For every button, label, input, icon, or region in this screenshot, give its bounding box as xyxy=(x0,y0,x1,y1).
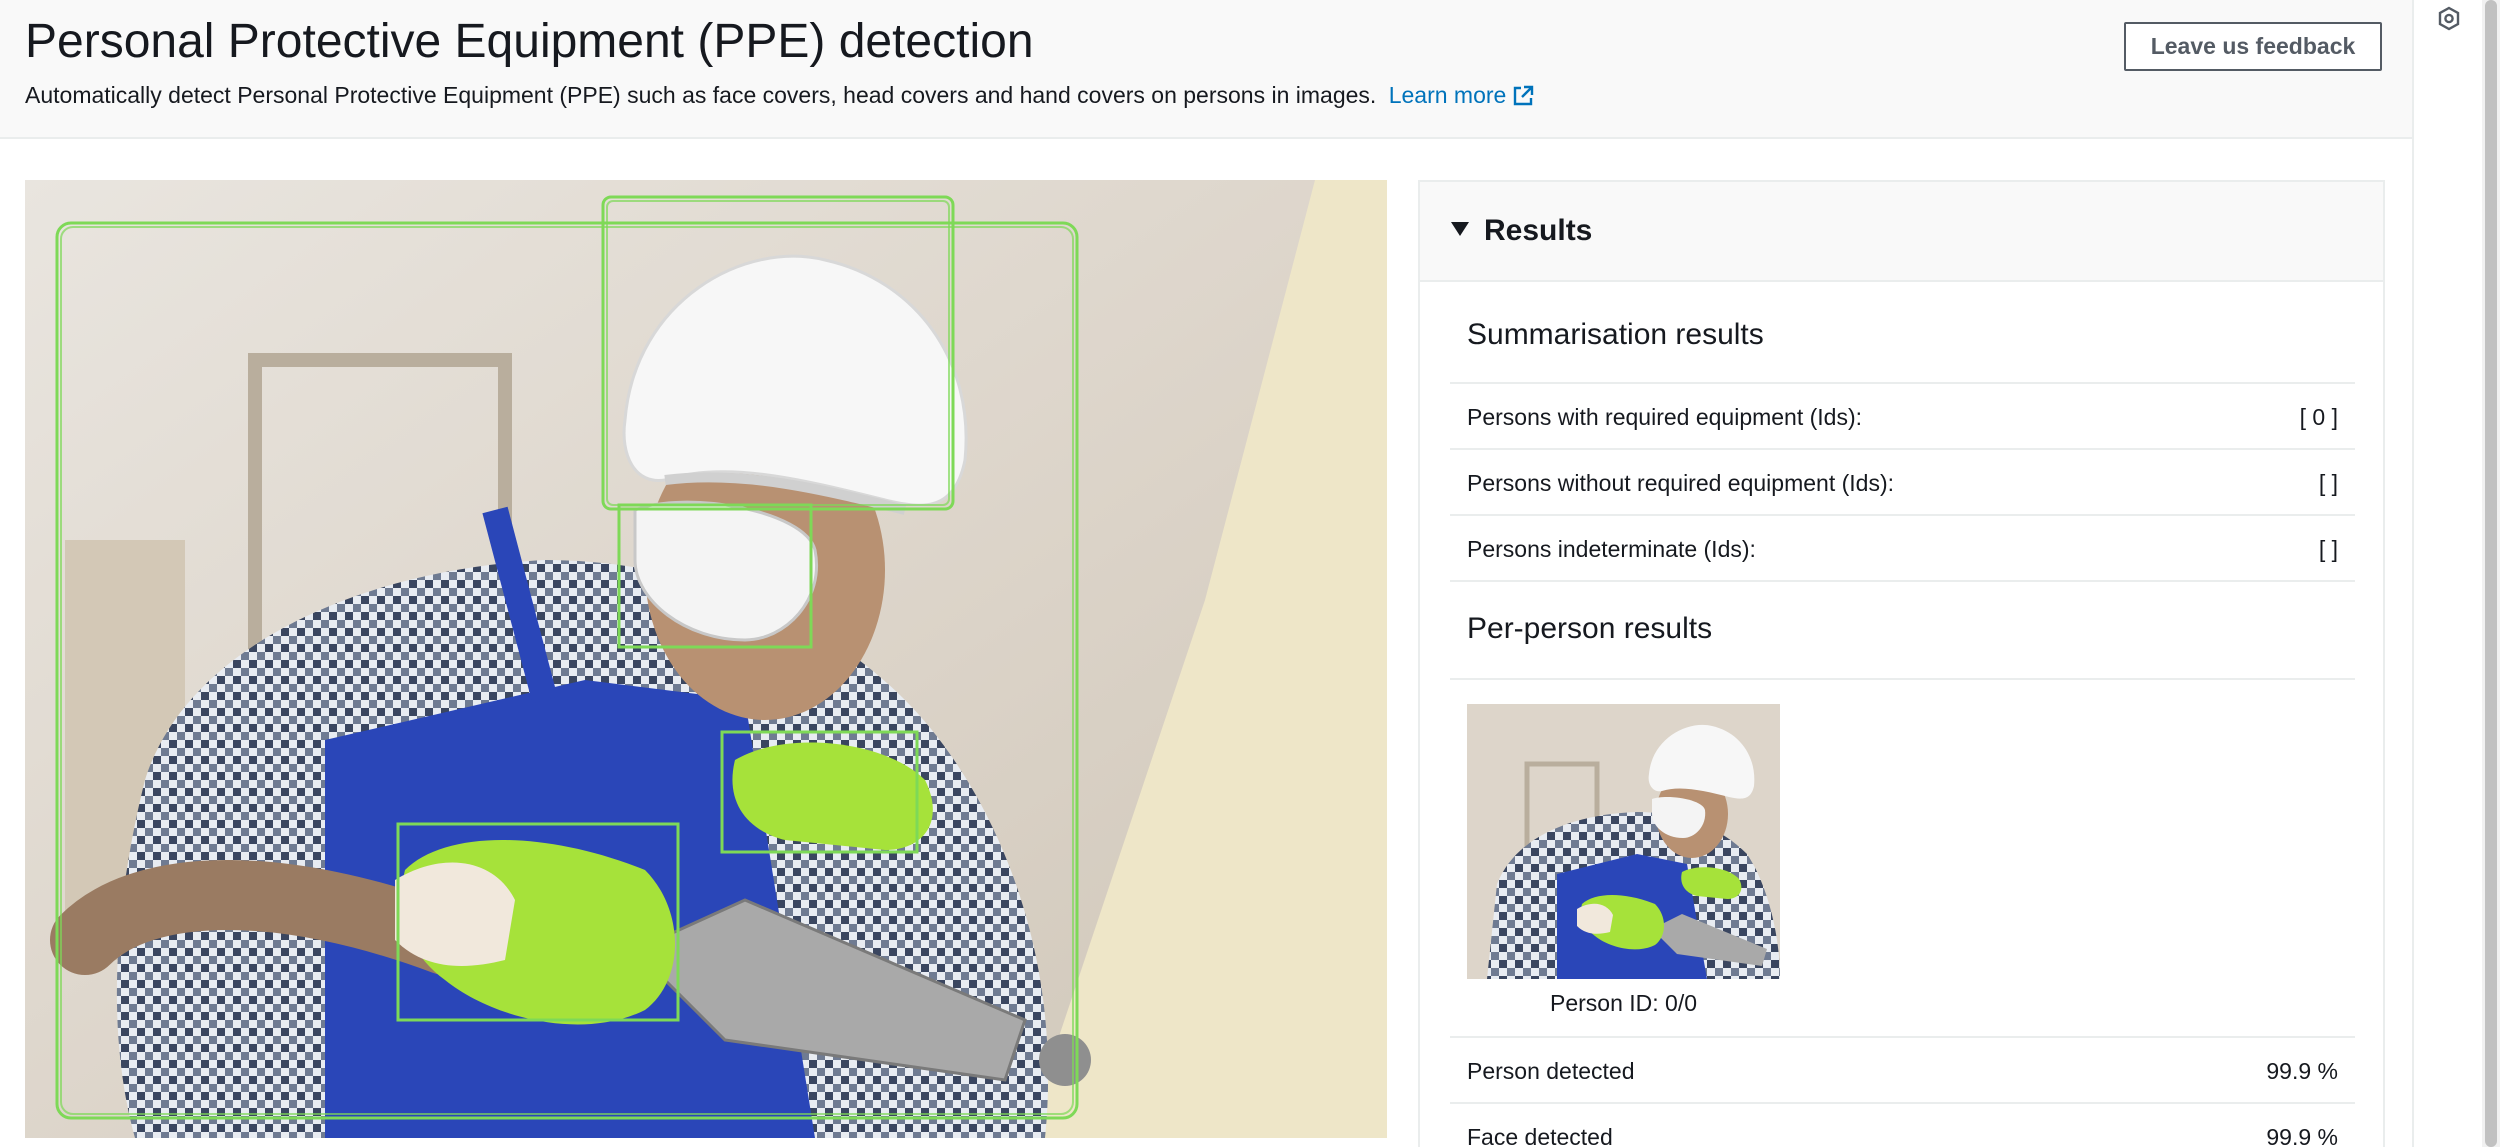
person-id-caption: Person ID: 0/0 xyxy=(1549,990,1698,1016)
summary-row-label: Persons indeterminate (Ids): xyxy=(1467,536,1756,562)
section-divider xyxy=(1450,580,2355,582)
leave-feedback-button[interactable]: Leave us feedback xyxy=(2124,22,2382,71)
summary-row-label: Persons with required equipment (Ids): xyxy=(1467,404,1863,430)
analyzed-image xyxy=(25,180,1387,1138)
summary-row-value: [ ] xyxy=(2318,536,2338,562)
summarisation-title: Summarisation results xyxy=(1467,318,1764,351)
external-link-icon xyxy=(1512,85,1534,113)
caret-down-icon[interactable] xyxy=(1450,221,1470,242)
summary-row-value: [ 0 ] xyxy=(2299,404,2338,430)
description-text: Automatically detect Personal Protective… xyxy=(25,82,1377,108)
summary-row-value: [ ] xyxy=(2318,470,2338,496)
detection-row: Face detected 99.9 % xyxy=(1450,1102,2355,1147)
detection-row-value: 99.9 % xyxy=(2266,1058,2338,1084)
learn-more-label: Learn more xyxy=(1388,82,1507,108)
detection-row: Person detected 99.9 % xyxy=(1450,1036,2355,1102)
page-description: Automatically detect Personal Protective… xyxy=(25,82,1534,113)
results-title: Results xyxy=(1484,214,1593,247)
tools-icon[interactable] xyxy=(2436,6,2462,37)
scrollbar-thumb[interactable] xyxy=(2485,0,2497,1147)
summary-row: Persons indeterminate (Ids): [ ] xyxy=(1450,514,2355,580)
page-scrollbar[interactable] xyxy=(2482,0,2500,1147)
summary-row-label: Persons without required equipment (Ids)… xyxy=(1467,470,1894,496)
summary-row: Persons without required equipment (Ids)… xyxy=(1450,448,2355,514)
detection-row-value: 99.9 % xyxy=(2266,1124,2338,1147)
learn-more-link[interactable]: Learn more xyxy=(1389,82,1535,108)
person-thumbnail[interactable] xyxy=(1467,704,1780,979)
page-header: Personal Protective Equipment (PPE) dete… xyxy=(0,0,2412,139)
page-title: Personal Protective Equipment (PPE) dete… xyxy=(25,15,1034,68)
per-person-title: Per-person results xyxy=(1467,612,1713,645)
tools-rail xyxy=(2412,0,2482,1147)
section-divider xyxy=(1450,678,2355,680)
results-section-header[interactable]: Results xyxy=(1420,182,2383,282)
summary-row: Persons with required equipment (Ids): [… xyxy=(1450,382,2355,448)
detection-row-label: Face detected xyxy=(1467,1124,1613,1147)
detection-row-label: Person detected xyxy=(1467,1058,1635,1084)
results-panel: Results Summarisation results Persons wi… xyxy=(1418,180,2385,1147)
